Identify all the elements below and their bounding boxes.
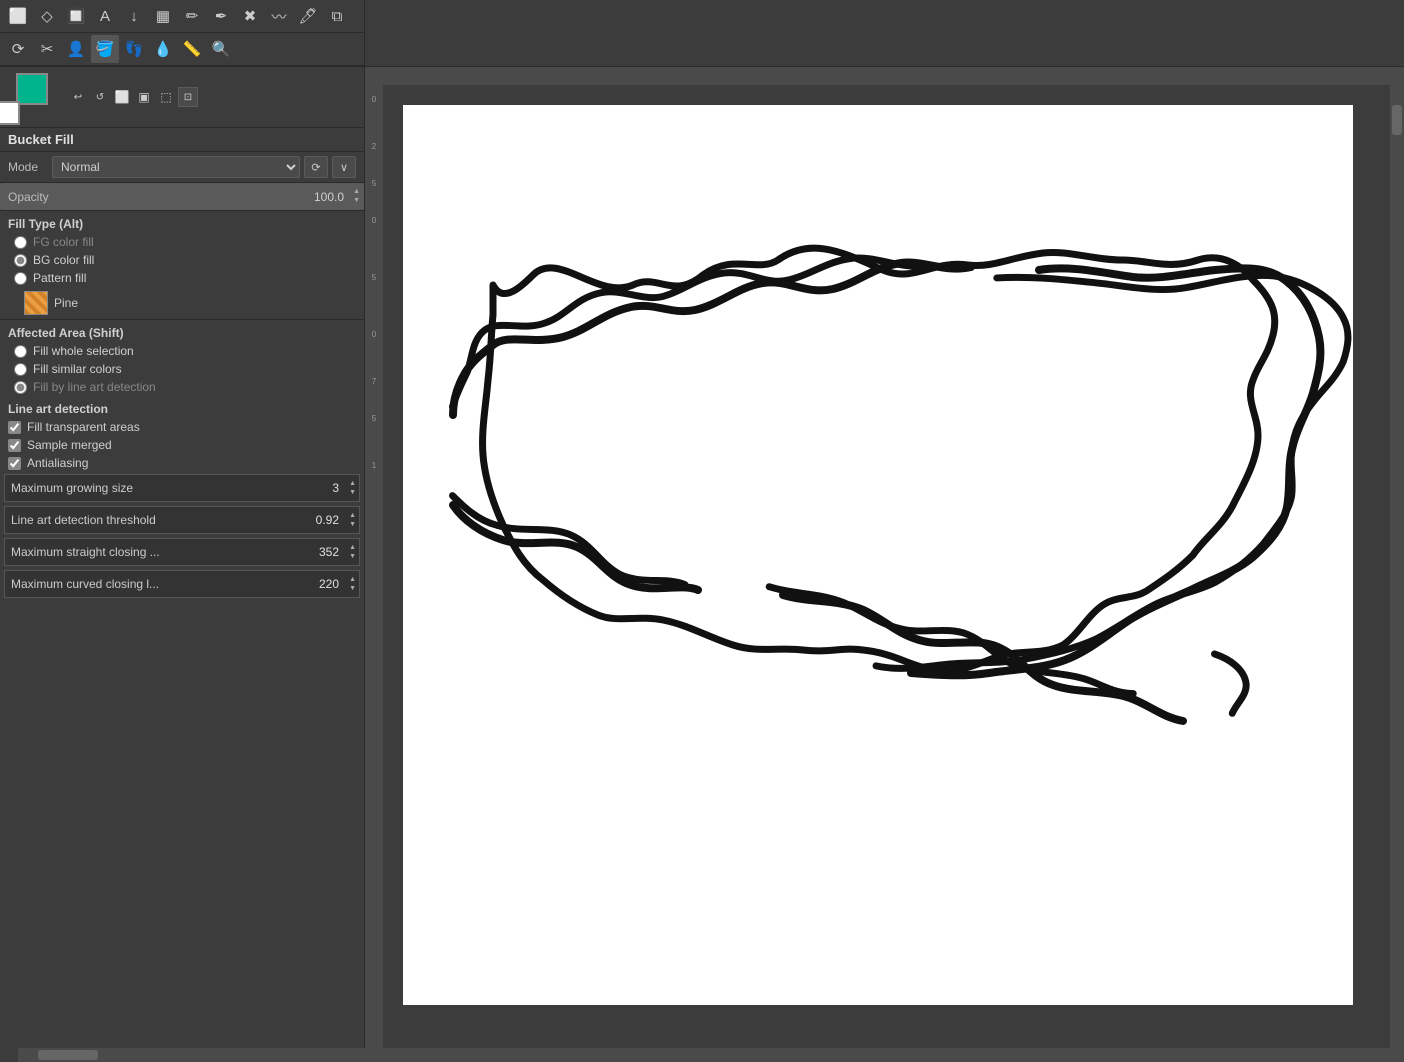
drawing-canvas[interactable]: .line-art { fill:none; stroke:#111; stro… <box>403 105 1353 1005</box>
tool-bucket-fill[interactable]: 🪣 <box>91 35 119 63</box>
tool-dropper[interactable]: 💧 <box>149 35 177 63</box>
radio-pattern[interactable]: Pattern fill <box>0 269 364 287</box>
fg-radio[interactable] <box>14 236 27 249</box>
bg-radio[interactable] <box>14 254 27 267</box>
mode-extra-button[interactable]: ∨ <box>332 156 356 178</box>
threshold-label: Line art detection threshold <box>5 513 316 527</box>
pattern-row[interactable]: Pine <box>0 287 364 320</box>
tool-airbrush[interactable]: 〰 <box>265 2 293 30</box>
max-curved-label: Maximum curved closing l... <box>5 577 319 591</box>
fill-transparent-label: Fill transparent areas <box>27 420 140 434</box>
threshold-arrows[interactable]: ▲ ▼ <box>349 512 356 529</box>
sample-merged-label: Sample merged <box>27 438 112 452</box>
tool-measure[interactable]: 📏 <box>178 35 206 63</box>
max-curved-arrows[interactable]: ▲ ▼ <box>349 576 356 593</box>
sample-merged-checkbox[interactable] <box>8 439 21 452</box>
tool-footprint[interactable]: 👣 <box>120 35 148 63</box>
mode-label: Mode <box>8 160 48 174</box>
fill-transparent-checkbox[interactable] <box>8 421 21 434</box>
max-straight-arrows[interactable]: ▲ ▼ <box>349 544 356 561</box>
vertical-scrollbar[interactable] <box>1390 85 1404 1062</box>
max-straight-spinner[interactable]: Maximum straight closing ... 352 ▲ ▼ <box>4 538 360 566</box>
max-growing-spinner[interactable]: Maximum growing size 3 ▲ ▼ <box>4 474 360 502</box>
affected-area-label: Affected Area (Shift) <box>0 320 364 342</box>
tool-crop[interactable]: ✂ <box>33 35 61 63</box>
opacity-arrows[interactable]: ▲ ▼ <box>353 188 360 205</box>
max-straight-label: Maximum straight closing ... <box>5 545 319 559</box>
fill-transparent-checkbox-row[interactable]: Fill transparent areas <box>0 418 364 436</box>
tool-eraser[interactable]: ✖ <box>236 2 264 30</box>
tool-heal[interactable]: ↓ <box>120 2 148 30</box>
tool-paintbrush[interactable]: ✒ <box>207 2 235 30</box>
line-art-detection-label: Line art detection <box>0 396 364 418</box>
radio-fg-color[interactable]: FG color fill <box>0 233 364 251</box>
radio-whole-selection[interactable]: Fill whole selection <box>0 342 364 360</box>
tool-rotate[interactable]: ⟳ <box>4 35 32 63</box>
horizontal-scrollbar[interactable] <box>365 1048 1404 1062</box>
pattern-icon[interactable]: ⬚ <box>156 87 176 107</box>
whole-radio-label: Fill whole selection <box>33 344 134 358</box>
radio-similar-colors[interactable]: Fill similar colors <box>0 360 364 378</box>
tool-pattern[interactable]: ▦ <box>149 2 177 30</box>
mode-select[interactable]: Normal Dissolve Behind Multiply Screen O… <box>52 156 300 178</box>
max-growing-label: Maximum growing size <box>5 481 332 495</box>
fg-color-swatch[interactable] <box>16 73 48 105</box>
fill-type-label: Fill Type (Alt) <box>0 211 364 233</box>
bg-radio-label: BG color fill <box>33 253 94 267</box>
whole-radio[interactable] <box>14 345 27 358</box>
pattern-radio-label: Pattern fill <box>33 271 86 285</box>
mode-reset-button[interactable]: ⟳ <box>304 156 328 178</box>
tool-text[interactable]: A <box>91 2 119 30</box>
sample-merged-checkbox-row[interactable]: Sample merged <box>0 436 364 454</box>
radio-bg-color[interactable]: BG color fill <box>0 251 364 269</box>
tool-rect-select[interactable]: ⬜ <box>4 2 32 30</box>
opacity-slider-row[interactable]: Opacity 100.0 ▲ ▼ <box>0 183 364 211</box>
swap-colors-icon[interactable]: ↺ <box>90 87 110 107</box>
tool-pencil[interactable]: ✏ <box>178 2 206 30</box>
color-area: ↩ ↺ ⬜ ▣ ⬚ ⊡ <box>0 67 364 128</box>
ruler-left: 0 2 5 0 5 0 7 5 1 <box>365 85 383 1062</box>
similar-radio-label: Fill similar colors <box>33 362 122 376</box>
foreground-icon[interactable]: ⬜ <box>112 87 132 107</box>
reset-colors-icon[interactable]: ↩ <box>68 87 88 107</box>
pattern-swatch[interactable] <box>24 291 48 315</box>
pattern-name: Pine <box>54 296 356 310</box>
opacity-label: Opacity <box>0 190 49 204</box>
lineart-radio[interactable] <box>14 381 27 394</box>
lineart-radio-label: Fill by line art detection <box>33 380 156 394</box>
antialiasing-label: Antialiasing <box>27 456 88 470</box>
tool-free-select[interactable]: ◇ <box>33 2 61 30</box>
max-curved-spinner[interactable]: Maximum curved closing l... 220 ▲ ▼ <box>4 570 360 598</box>
max-growing-arrows[interactable]: ▲ ▼ <box>349 480 356 497</box>
mode-row: Mode Normal Dissolve Behind Multiply Scr… <box>0 152 364 183</box>
pattern-radio[interactable] <box>14 272 27 285</box>
panel-resize-button[interactable]: ⊡ <box>178 87 198 107</box>
toolbar-row2: ⟳ ✂ 👤 🪣 👣 💧 📏 🔍 <box>0 33 364 66</box>
tool-fuzzy-select[interactable]: 🔲 <box>62 2 90 30</box>
canvas-area[interactable]: .line-art { fill:none; stroke:#111; stro… <box>383 85 1404 1062</box>
tool-clone[interactable]: ⧉ <box>323 2 351 30</box>
similar-radio[interactable] <box>14 363 27 376</box>
toolbar-row1: ⬜ ◇ 🔲 A ↓ ▦ ✏ ✒ ✖ 〰 🖊 ⧉ <box>0 0 364 33</box>
opacity-value: 100.0 <box>314 190 344 204</box>
bg-color-swatch[interactable] <box>0 101 20 125</box>
canvas-top-row <box>365 67 1404 85</box>
antialiasing-checkbox[interactable] <box>8 457 21 470</box>
background-icon[interactable]: ▣ <box>134 87 154 107</box>
tool-zoom[interactable]: 🔍 <box>207 35 235 63</box>
panel-header: Bucket Fill <box>0 128 364 152</box>
fg-radio-label: FG color fill <box>33 235 94 249</box>
tool-ink[interactable]: 🖊 <box>294 2 322 30</box>
tool-clone2[interactable]: 👤 <box>62 35 90 63</box>
antialiasing-checkbox-row[interactable]: Antialiasing <box>0 454 364 472</box>
radio-lineart[interactable]: Fill by line art detection <box>0 378 364 396</box>
threshold-spinner[interactable]: Line art detection threshold 0.92 ▲ ▼ <box>4 506 360 534</box>
